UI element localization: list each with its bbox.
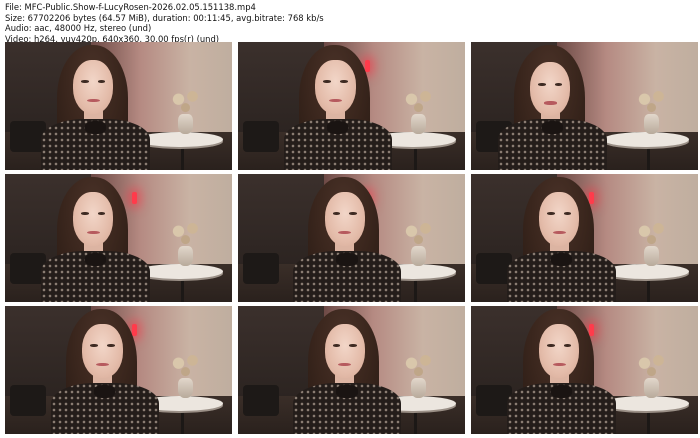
thumbnail-grid <box>5 42 698 434</box>
thumbnail-scene <box>471 174 698 302</box>
thumbnail-scene <box>5 306 232 434</box>
thumbnail-scene <box>238 306 465 434</box>
video-info-header: File: MFC-Public.Show-f-LucyRosen-2026.0… <box>5 2 324 44</box>
video-thumbnail[interactable] <box>471 306 698 434</box>
video-thumbnail[interactable] <box>238 42 465 170</box>
video-thumbnail[interactable] <box>238 174 465 302</box>
video-thumbnail[interactable] <box>238 306 465 434</box>
video-thumbnail[interactable] <box>471 174 698 302</box>
audio-info-line: Audio: aac, 48000 Hz, stereo (und) <box>5 23 152 33</box>
thumbnail-scene <box>5 42 232 170</box>
thumbnail-scene <box>238 42 465 170</box>
video-thumbnail[interactable] <box>5 174 232 302</box>
video-thumbnail[interactable] <box>471 42 698 170</box>
thumbnail-scene <box>471 306 698 434</box>
thumbnail-scene <box>238 174 465 302</box>
file-name-line: File: MFC-Public.Show-f-LucyRosen-2026.0… <box>5 2 256 12</box>
thumbnail-scene <box>5 174 232 302</box>
video-thumbnail[interactable] <box>5 42 232 170</box>
size-duration-line: Size: 67702206 bytes (64.57 MiB), durati… <box>5 12 324 23</box>
thumbnail-scene <box>471 42 698 170</box>
video-thumbnail[interactable] <box>5 306 232 434</box>
